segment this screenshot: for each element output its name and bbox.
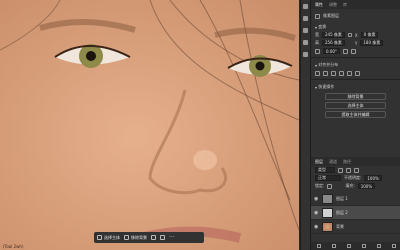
layer-thumbnail [322,207,333,218]
align-center-icon[interactable] [323,70,328,76]
transform-section-title[interactable]: ▾ 变换 [311,23,400,31]
height-field[interactable]: 256 像素 [322,40,345,46]
subject-select-icon [97,235,102,240]
transform-hy-row: 高 256 像素 Y 180 像素 [311,39,400,47]
align-section-title[interactable]: ▾ 对齐并分布 [311,61,400,69]
delete-icon[interactable] [391,244,396,248]
visibility-eye-icon[interactable]: ◉ [314,196,319,202]
properties-panel: 属性 调整 库 像素图层 ▾ 变换 宽 245 像素 X 0 像素 高 256 … [310,0,400,250]
align-left-icon[interactable] [315,70,320,76]
lock-row: 锁定: 填充: 100% [311,182,400,190]
blend-mode-select[interactable]: 正常 [315,175,341,181]
align-right-icon[interactable] [331,70,336,76]
extract-subject-action-button[interactable]: 提取主体并编辑 [325,111,386,118]
history-icon[interactable] [303,4,308,9]
align-top-icon[interactable] [339,70,344,76]
layer-list: ◉ 图层 1 ◉ 图层 2 ◉ 背景 [311,192,400,234]
tab-paths[interactable]: 路径 [343,159,351,165]
select-subject-label: 选择主体 [104,234,120,240]
tab-libraries[interactable]: 库 [343,2,347,8]
layers-footer [311,242,400,250]
quick-actions-section-title[interactable]: ▾ 快速操作 [311,83,400,91]
status-bar-text: (Tool 2wh) [3,244,24,249]
fill-field[interactable]: 100% [357,183,376,189]
tab-properties[interactable]: 属性 [315,2,323,8]
image-canvas[interactable]: (Tool 2wh) [0,0,299,250]
remove-background-label: 移除背景 [131,234,147,240]
libraries-icon[interactable] [303,40,308,45]
pixel-layer-icon [315,13,320,19]
flip-horizontal-icon[interactable] [342,48,348,54]
layer-filter-select[interactable]: 类型 [315,167,335,173]
layer-filter-row: 类型 [311,166,400,174]
opacity-field[interactable]: 100% [364,175,382,181]
layer-name: 图层 1 [336,195,348,201]
visibility-eye-icon[interactable]: ◉ [314,224,319,230]
filter-pixel-icon[interactable] [338,167,343,173]
y-field[interactable]: 180 像素 [360,40,384,46]
select-subject-button[interactable]: 选择主体 [97,235,120,241]
mask-icon[interactable] [346,244,351,248]
select-subject-action-button[interactable]: 选择主体 [325,102,386,109]
remove-background-action-button[interactable]: 移除背景 [325,93,386,100]
new-layer-icon[interactable] [376,244,381,248]
filter-adjust-icon[interactable] [346,167,351,173]
properties-tabs: 属性 调整 库 [311,0,400,9]
angle-field[interactable]: 0.00° [323,48,340,54]
layers-tabs: 图层 通道 路径 [311,157,400,166]
flip-vertical-icon[interactable] [350,48,356,54]
lock-icon[interactable] [327,183,333,189]
visibility-eye-icon[interactable]: ◉ [314,210,319,216]
doc-type-label: 像素图层 [323,13,339,18]
align-buttons-row [311,69,400,77]
properties-icon[interactable] [303,16,308,21]
brush-icon[interactable] [151,235,156,240]
adjustments-icon[interactable] [303,28,308,33]
contextual-task-bar: 选择主体 移除背景 ··· [94,232,204,243]
layers-toolbar: 类型 正常 不透明度: 100% 锁定: 填充: 100% [311,166,400,190]
layer-thumbnail [322,221,333,232]
layer-row-1[interactable]: ◉ 图层 1 [311,192,400,206]
panel-tool-strip [300,0,310,250]
link-icon[interactable] [347,33,352,37]
new-group-icon[interactable] [361,244,366,248]
more-options-icon[interactable]: ··· [169,234,175,240]
character-icon[interactable] [303,52,308,57]
x-field[interactable]: 0 像素 [360,32,379,38]
remove-background-button[interactable]: 移除背景 [124,235,147,241]
link-layers-icon[interactable] [316,244,321,248]
layer-name: 背景 [336,223,344,229]
layer-row-background[interactable]: ◉ 背景 [311,220,400,234]
blend-row: 正常 不透明度: 100% [311,174,400,182]
doc-type-row: 像素图层 [311,12,400,20]
filter-text-icon[interactable] [354,167,359,173]
layer-row-2[interactable]: ◉ 图层 2 [311,206,400,220]
layer-name: 图层 2 [336,209,348,215]
tab-layers[interactable]: 图层 [315,159,323,165]
portrait-photo [0,0,299,243]
width-field[interactable]: 245 像素 [322,32,345,38]
adjust-icon[interactable] [160,235,165,240]
angle-icon [315,48,320,54]
fx-icon[interactable] [331,244,336,248]
layer-thumbnail [322,193,333,204]
transform-wh-row: 宽 245 像素 X 0 像素 [311,31,400,39]
align-middle-icon[interactable] [347,70,352,76]
align-bottom-icon[interactable] [355,70,360,76]
tab-adjustments[interactable]: 调整 [329,2,337,8]
tab-channels[interactable]: 通道 [329,159,337,165]
transform-angle-row: 0.00° [311,47,400,55]
remove-background-icon [124,235,129,240]
